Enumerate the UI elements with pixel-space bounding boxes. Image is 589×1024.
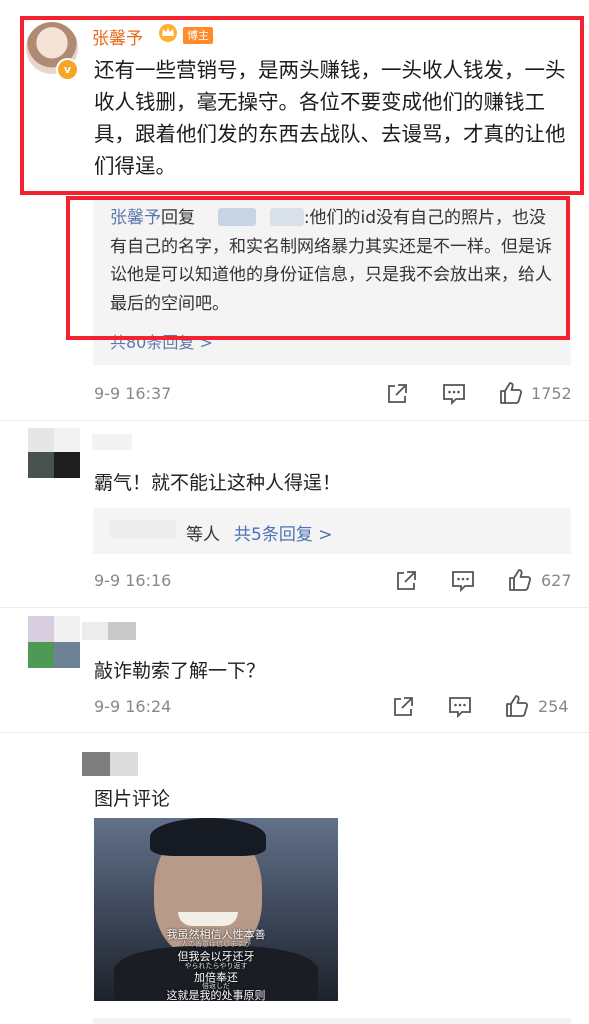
like-icon[interactable] xyxy=(504,693,530,719)
image-hair xyxy=(150,818,266,856)
blurred-username xyxy=(110,752,138,776)
blurred-username xyxy=(82,752,110,776)
comment-text: 敲诈勒索了解一下？ xyxy=(94,660,266,682)
blurred-avatar xyxy=(54,642,80,668)
comment-icon[interactable] xyxy=(450,568,476,594)
like-count: 254 xyxy=(538,697,569,716)
subtitle-line: 这就是我的处事原则 xyxy=(166,989,266,1001)
blurred-username xyxy=(82,622,108,640)
share-icon[interactable] xyxy=(390,694,416,720)
blurred-username xyxy=(110,520,176,538)
reply-preview-prefix: 等人 xyxy=(186,525,220,545)
blurred-avatar[interactable] xyxy=(28,428,54,452)
reply-count-label[interactable]: 共5条回复 xyxy=(234,525,313,545)
blurred-avatar xyxy=(54,428,80,452)
like-icon[interactable] xyxy=(498,380,524,406)
comment-text: 图片评论 xyxy=(94,788,171,810)
share-icon[interactable] xyxy=(384,381,410,407)
blurred-avatar[interactable] xyxy=(28,616,54,642)
chevron-right-icon: > xyxy=(318,525,333,545)
blurred-avatar xyxy=(54,616,80,642)
subtitle-jp-line: 人の善意は信じますが xyxy=(181,940,251,948)
like-icon[interactable] xyxy=(507,567,533,593)
divider xyxy=(0,420,589,421)
comment-icon[interactable] xyxy=(447,694,473,720)
divider xyxy=(0,607,589,608)
comment-icon[interactable] xyxy=(441,381,467,407)
blurred-username xyxy=(108,622,136,640)
subtitle-jp-line: やられたらやり返す xyxy=(184,962,248,970)
blurred-username xyxy=(92,434,132,450)
comment-image[interactable]: 我虽然相信人性本善 人の善意は信じますが 但我会以牙还牙 やられたらやり返す 加… xyxy=(94,818,338,1001)
next-comment-edge xyxy=(93,1018,571,1024)
like-count: 1752 xyxy=(531,384,572,403)
blurred-avatar xyxy=(28,642,54,668)
divider xyxy=(0,732,589,733)
reply-count-link[interactable]: 共5条回复 > xyxy=(234,520,332,545)
blurred-avatar xyxy=(28,452,54,478)
like-count: 627 xyxy=(541,571,572,590)
comment-time: 9-9 16:24 xyxy=(94,697,172,716)
share-icon[interactable] xyxy=(393,568,419,594)
highlight-box-main xyxy=(20,16,584,195)
comment-time: 9-9 16:16 xyxy=(94,571,172,590)
highlight-box-reply xyxy=(66,196,570,340)
comment-text: 霸气！就不能让这种人得逞！ xyxy=(94,472,342,494)
blurred-avatar xyxy=(54,452,80,478)
comment-time: 9-9 16:37 xyxy=(94,384,172,403)
image-smile xyxy=(178,912,238,926)
